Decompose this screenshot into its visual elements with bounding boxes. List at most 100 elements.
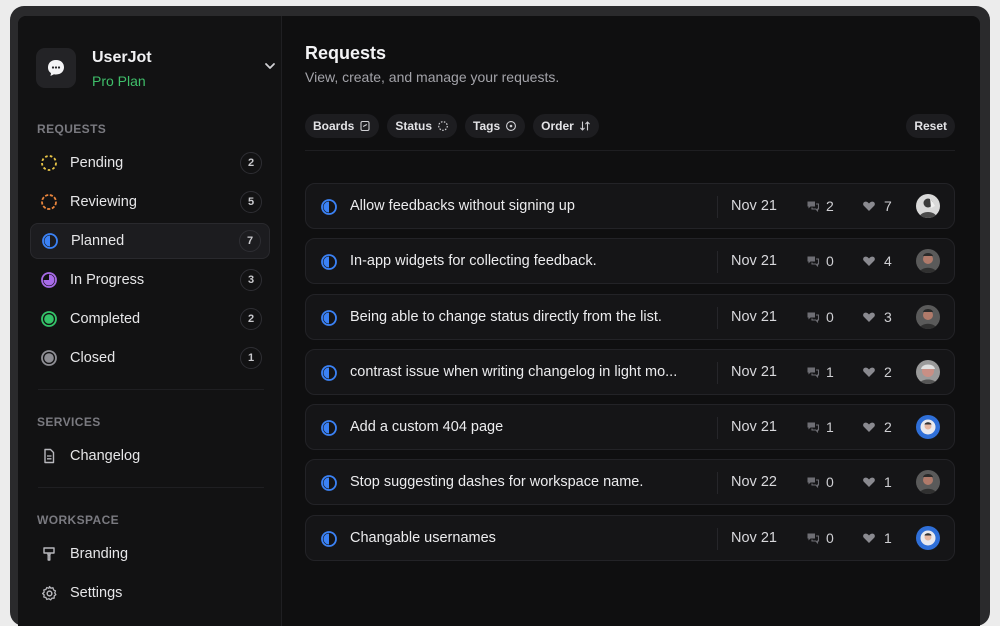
comments-icon	[807, 367, 820, 379]
count-badge: 5	[240, 191, 262, 213]
filter-label: Boards	[313, 119, 355, 133]
comment-count-value: 0	[826, 474, 834, 491]
vote-count[interactable]: 2	[862, 364, 892, 380]
vote-count[interactable]: 1	[862, 530, 892, 546]
filter-label: Tags	[473, 119, 501, 133]
completed-status-icon	[39, 309, 59, 329]
vote-count[interactable]: 7	[862, 198, 892, 214]
filter-bar: Boards Status Tags Order	[305, 114, 599, 138]
comment-count-value: 1	[826, 419, 834, 436]
row-divider	[717, 472, 718, 495]
sidebar-item-reviewing[interactable]: Reviewing 5	[30, 184, 270, 220]
planned-status-icon[interactable]	[320, 474, 338, 492]
comment-count: 1	[806, 364, 834, 380]
planned-status-icon[interactable]	[320, 530, 338, 548]
vote-count[interactable]: 1	[862, 474, 892, 490]
status-filter-button[interactable]: Status	[387, 114, 458, 138]
avatar[interactable]	[916, 359, 940, 384]
order-filter-button[interactable]: Order	[533, 114, 599, 138]
sidebar-item-in-progress[interactable]: In Progress 3	[30, 262, 270, 298]
loader-icon	[438, 121, 448, 131]
vote-count[interactable]: 3	[862, 309, 892, 325]
board-icon	[360, 120, 370, 132]
sidebar-item-label: Changelog	[70, 448, 141, 464]
request-title[interactable]: Changable usernames	[350, 530, 496, 546]
request-title[interactable]: Stop suggesting dashes for workspace nam…	[350, 474, 643, 490]
comment-count: 1	[806, 419, 834, 435]
request-row[interactable]: Changable usernames Nov 21 0 1	[305, 514, 955, 561]
pending-status-icon	[39, 153, 59, 173]
row-divider	[717, 361, 718, 384]
request-list: Allow feedbacks without signing up Nov 2…	[305, 183, 955, 570]
avatar[interactable]	[916, 249, 940, 274]
app-window: UserJot Pro Plan REQUESTS Pending 2 Revi…	[18, 16, 980, 626]
planned-status-icon[interactable]	[320, 309, 338, 327]
comment-count: 0	[806, 253, 834, 269]
vote-count[interactable]: 4	[862, 253, 892, 269]
chevron-down-icon[interactable]	[262, 58, 278, 74]
heart-icon	[863, 422, 875, 433]
request-row[interactable]: Allow feedbacks without signing up Nov 2…	[305, 183, 955, 229]
section-label-services: SERVICES	[37, 415, 101, 429]
comment-count-value: 0	[826, 253, 834, 270]
plan-label: Pro Plan	[92, 73, 146, 89]
comment-count: 0	[806, 474, 834, 490]
request-date: Nov 21	[731, 363, 777, 380]
planned-status-icon[interactable]	[320, 253, 338, 271]
comment-count-value: 0	[826, 308, 834, 325]
sidebar-item-completed[interactable]: Completed 2	[30, 301, 270, 337]
sidebar-item-branding[interactable]: Branding	[30, 536, 270, 572]
request-row[interactable]: contrast issue when writing changelog in…	[305, 348, 955, 395]
avatar[interactable]	[916, 194, 940, 218]
request-row[interactable]: Stop suggesting dashes for workspace nam…	[305, 459, 955, 506]
request-row[interactable]: Add a custom 404 page Nov 21 1 2	[305, 404, 955, 451]
comments-icon	[807, 533, 820, 544]
request-title[interactable]: Allow feedbacks without signing up	[350, 198, 575, 214]
workspace-switcher[interactable]: UserJot Pro Plan	[36, 46, 276, 90]
comment-count: 0	[806, 309, 834, 325]
reset-filters-button[interactable]: Reset	[906, 114, 955, 138]
row-divider	[717, 417, 718, 440]
comment-count-value: 0	[826, 529, 834, 546]
filter-label: Status	[395, 119, 433, 133]
avatar[interactable]	[916, 415, 940, 440]
planned-status-icon[interactable]	[320, 419, 338, 437]
request-row[interactable]: Being able to change status directly fro…	[305, 293, 955, 340]
request-title[interactable]: contrast issue when writing changelog in…	[350, 364, 677, 380]
comments-icon	[807, 256, 820, 268]
count-badge: 2	[240, 308, 262, 330]
heart-icon	[863, 201, 875, 211]
sort-icon	[580, 121, 590, 131]
request-row[interactable]: In-app widgets for collecting feedback. …	[305, 238, 955, 285]
boards-filter-button[interactable]: Boards	[305, 114, 380, 138]
document-icon	[39, 446, 59, 466]
vote-count[interactable]: 2	[862, 419, 892, 435]
vote-count-value: 1	[884, 474, 892, 491]
avatar[interactable]	[916, 470, 940, 495]
planned-status-icon[interactable]	[320, 364, 338, 382]
request-title[interactable]: Add a custom 404 page	[350, 419, 503, 435]
tags-filter-button[interactable]: Tags	[465, 114, 526, 138]
comments-icon	[807, 422, 820, 434]
sidebar-item-planned[interactable]: Planned 7	[30, 223, 270, 259]
sidebar-item-settings[interactable]: Settings	[30, 575, 270, 611]
tag-icon	[506, 121, 517, 131]
request-title[interactable]: Being able to change status directly fro…	[350, 309, 662, 325]
avatar[interactable]	[916, 525, 940, 550]
vote-count-value: 1	[884, 529, 892, 546]
avatar[interactable]	[916, 304, 940, 329]
sidebar-item-label: In Progress	[70, 272, 145, 288]
request-title[interactable]: In-app widgets for collecting feedback.	[350, 253, 597, 269]
sidebar-item-changelog[interactable]: Changelog	[30, 438, 270, 474]
reviewing-status-icon	[39, 192, 59, 212]
main-content: Requests View, create, and manage your r…	[282, 16, 980, 626]
heart-icon	[863, 256, 875, 267]
row-divider	[717, 306, 718, 329]
sidebar-item-pending[interactable]: Pending 2	[30, 145, 270, 181]
sidebar-item-closed[interactable]: Closed 1	[30, 340, 270, 376]
gear-icon	[39, 583, 59, 603]
heart-icon	[863, 367, 875, 377]
sidebar-item-label: Closed	[70, 350, 116, 366]
sidebar-item-label: Pending	[70, 155, 124, 171]
planned-status-icon[interactable]	[320, 198, 338, 216]
